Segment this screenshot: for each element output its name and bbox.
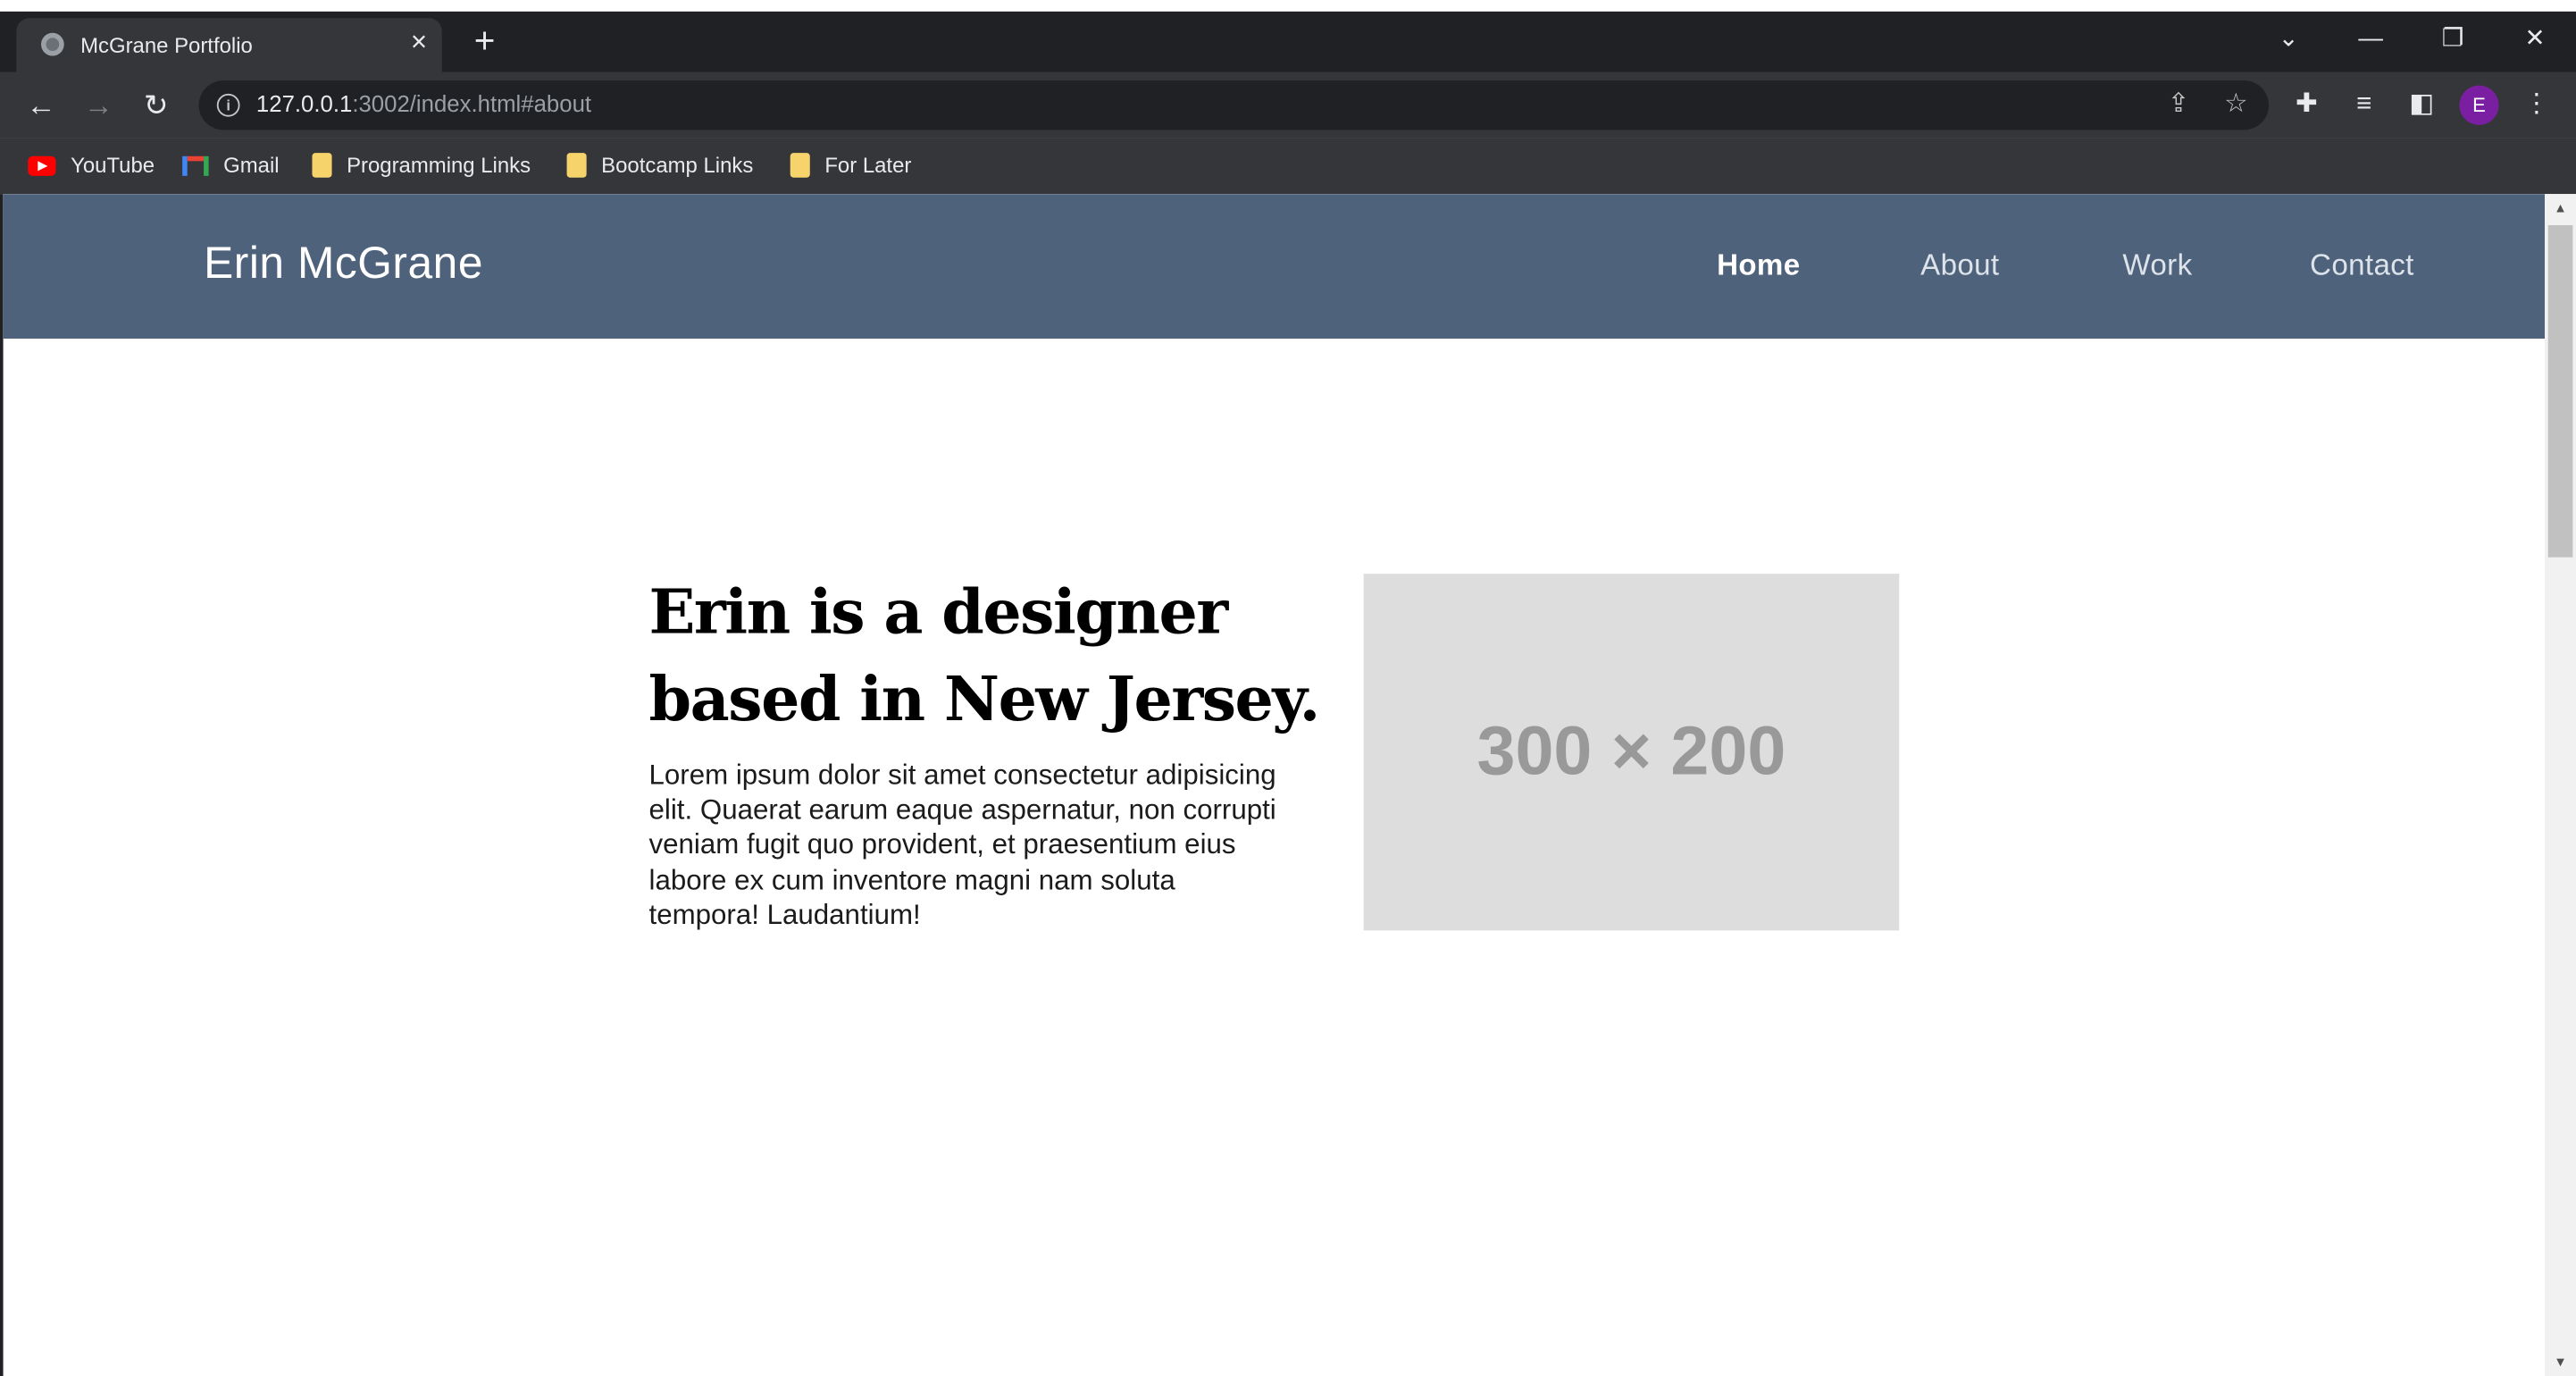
bookmark-for-later[interactable]: For Later bbox=[790, 149, 912, 182]
site-logo[interactable]: Erin McGrane bbox=[204, 239, 483, 289]
scroll-up-arrow-icon[interactable]: ▲ bbox=[2545, 194, 2576, 222]
folder-icon bbox=[312, 153, 332, 178]
tab-title: McGrane Portfolio bbox=[80, 32, 253, 58]
star-icon[interactable]: ☆ bbox=[2220, 88, 2253, 122]
browser-toolbar: ← → ↻ i 127.0.0.1:3002/index.html#about … bbox=[0, 71, 2576, 138]
close-icon[interactable]: × bbox=[404, 27, 433, 57]
nav-link-about[interactable]: About bbox=[1920, 248, 1999, 283]
nav-link-work[interactable]: Work bbox=[2122, 248, 2192, 283]
gmail-icon bbox=[182, 155, 209, 176]
media-queue-icon[interactable]: ≡ bbox=[2346, 88, 2382, 123]
kebab-menu-icon[interactable]: ⋮ bbox=[2519, 88, 2555, 123]
url-host: 127.0.0.1 bbox=[255, 90, 353, 117]
info-icon[interactable]: i bbox=[216, 93, 240, 117]
hero-body-text: Lorem ipsum dolor sit amet consectetur a… bbox=[648, 759, 1276, 931]
globe-icon bbox=[40, 32, 64, 56]
bookmark-label: YouTube bbox=[71, 153, 155, 178]
forward-arrow-icon[interactable]: → bbox=[79, 86, 118, 125]
bookmark-youtube[interactable]: YouTube bbox=[28, 149, 155, 182]
bookmark-programming-links[interactable]: Programming Links bbox=[312, 149, 531, 182]
restore-button[interactable]: ❐ bbox=[2428, 21, 2477, 57]
window-close-button[interactable]: ✕ bbox=[2510, 21, 2559, 57]
bookmark-label: For Later bbox=[824, 153, 912, 178]
url-path: :3002/index.html#about bbox=[352, 90, 592, 117]
tab-strip: McGrane Portfolio × + ⌄ — ❐ ✕ bbox=[0, 11, 2576, 72]
side-panel-icon[interactable]: ◧ bbox=[2404, 88, 2439, 123]
tab-search-chevron-icon[interactable]: ⌄ bbox=[2264, 21, 2313, 57]
scroll-down-arrow-icon[interactable]: ▼ bbox=[2545, 1348, 2576, 1376]
page-viewport: Erin McGrane Home About Work Contact Eri… bbox=[3, 194, 2546, 1376]
bookmark-bootcamp-links[interactable]: Bootcamp Links bbox=[566, 149, 754, 182]
placeholder-dimensions-label: 300 × 200 bbox=[1476, 711, 1786, 790]
hero-title: Erin is a designer based in New Jersey. bbox=[648, 575, 1321, 735]
bookmark-label: Bootcamp Links bbox=[601, 153, 754, 178]
window-top-edge bbox=[0, 0, 2576, 12]
profile-avatar[interactable]: E bbox=[2459, 85, 2499, 125]
folder-icon bbox=[790, 153, 810, 178]
new-tab-button[interactable]: + bbox=[468, 22, 501, 58]
share-icon[interactable]: ⇪ bbox=[2162, 88, 2195, 122]
folder-icon bbox=[566, 153, 587, 178]
bookmark-label: Gmail bbox=[223, 153, 280, 178]
nav-link-home[interactable]: Home bbox=[1717, 248, 1800, 283]
screen: McGrane Portfolio × + ⌄ — ❐ ✕ ← → ↻ i 12… bbox=[0, 0, 2576, 1376]
url-text[interactable]: 127.0.0.1:3002/index.html#about bbox=[256, 90, 591, 116]
bookmark-gmail[interactable]: Gmail bbox=[182, 149, 280, 182]
address-bar[interactable]: i 127.0.0.1:3002/index.html#about ⇪ ☆ bbox=[198, 80, 2270, 130]
reload-icon[interactable]: ↻ bbox=[137, 86, 176, 125]
scrollbar-thumb[interactable] bbox=[2547, 225, 2573, 558]
tab-mcgrane-portfolio[interactable]: McGrane Portfolio × bbox=[16, 18, 442, 72]
page-scrollbar[interactable]: ▲ ▼ bbox=[2545, 194, 2576, 1376]
youtube-icon bbox=[28, 155, 56, 176]
puzzle-icon[interactable]: ✚ bbox=[2288, 88, 2324, 123]
back-arrow-icon[interactable]: ← bbox=[21, 86, 61, 125]
nav-link-contact[interactable]: Contact bbox=[2310, 248, 2414, 283]
placeholder-image: 300 × 200 bbox=[1363, 574, 1900, 931]
bookmarks-bar: YouTube Gmail Programming Links Bootcamp… bbox=[0, 138, 2576, 195]
bookmark-label: Programming Links bbox=[347, 153, 531, 178]
minimize-button[interactable]: — bbox=[2346, 21, 2396, 57]
site-header: Erin McGrane Home About Work Contact bbox=[3, 194, 2546, 340]
